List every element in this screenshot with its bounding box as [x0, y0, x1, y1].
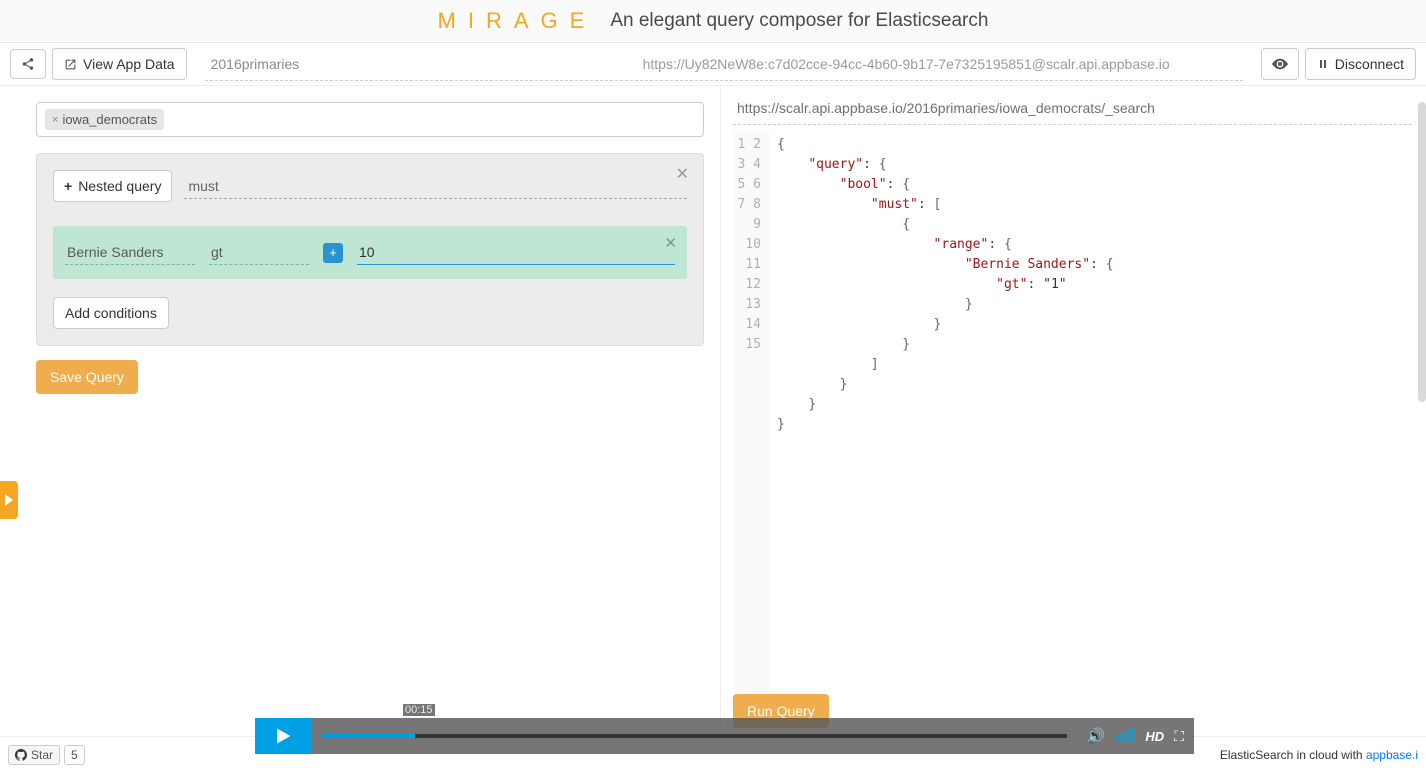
github-icon — [15, 749, 27, 761]
share-icon — [21, 57, 35, 71]
condition-operator-input[interactable] — [209, 240, 309, 265]
save-query-button[interactable]: Save Query — [36, 360, 138, 394]
bool-clause-field[interactable] — [184, 174, 687, 199]
type-tag-label: iowa_democrats — [62, 112, 157, 127]
condition-value-input[interactable] — [357, 240, 675, 265]
plus-icon: + — [64, 178, 72, 194]
share-button[interactable] — [10, 49, 46, 79]
index-name-field[interactable]: 2016primaries — [205, 56, 570, 72]
sidebar-expand-handle[interactable] — [0, 481, 18, 519]
seek-track[interactable]: 00:15 — [311, 718, 1077, 754]
line-number-gutter: 1 2 3 4 5 6 7 8 9 10 11 12 13 14 15 — [733, 131, 769, 724]
github-star-button[interactable]: Star — [8, 745, 60, 765]
volume-bars[interactable] — [1115, 728, 1135, 745]
json-editor[interactable]: 1 2 3 4 5 6 7 8 9 10 11 12 13 14 15 { "q… — [733, 131, 1418, 724]
add-operator-button[interactable]: + — [323, 243, 343, 263]
query-builder-pane: × iowa_democrats ✕ + Nested query ✕ + — [0, 86, 720, 736]
remove-block-icon[interactable]: ✕ — [676, 164, 689, 184]
remove-tag-icon[interactable]: × — [52, 114, 58, 126]
json-code: { "query": { "bool": { "must": [ { "rang… — [769, 131, 1114, 724]
search-endpoint: https://scalr.api.appbase.io/2016primari… — [733, 98, 1412, 125]
brand-logo: MIRAGE — [438, 8, 597, 34]
connection-bar: 2016primaries https://Uy82NeW8e:c7d02cce… — [205, 47, 1243, 81]
scrollbar[interactable] — [1418, 102, 1426, 402]
pause-icon — [1317, 58, 1329, 70]
play-icon — [274, 727, 292, 745]
footer-promo: ElasticSearch in cloud with appbase.i — [1220, 748, 1418, 762]
bool-query-block: ✕ + Nested query ✕ + Add conditions — [36, 153, 704, 346]
eye-icon — [1272, 58, 1288, 70]
condition-row: ✕ + — [53, 226, 687, 279]
nested-query-button[interactable]: + Nested query — [53, 170, 172, 202]
tagline: An elegant query composer for Elasticsea… — [610, 10, 988, 32]
disconnect-label: Disconnect — [1335, 56, 1404, 72]
seek-progress — [321, 734, 415, 738]
main-split: × iowa_democrats ✕ + Nested query ✕ + — [0, 86, 1426, 736]
video-control-bar: 00:15 🔊 HD ⛶ — [255, 718, 1194, 754]
seek-track-bg — [321, 734, 1067, 738]
view-app-data-label: View App Data — [83, 56, 175, 72]
playhead-time: 00:15 — [403, 704, 435, 716]
play-button[interactable] — [255, 718, 311, 754]
type-tag: × iowa_democrats — [45, 109, 164, 130]
nested-query-label: Nested query — [78, 178, 161, 194]
chevron-right-icon — [5, 494, 13, 506]
type-selector[interactable]: × iowa_democrats — [36, 102, 704, 137]
top-brand-bar: MIRAGE An elegant query composer for Ela… — [0, 0, 1426, 43]
add-conditions-label: Add conditions — [65, 305, 157, 321]
external-link-icon — [64, 58, 77, 71]
add-conditions-button[interactable]: Add conditions — [53, 297, 169, 329]
appbase-link[interactable]: appbase.i — [1366, 748, 1418, 762]
disconnect-button[interactable]: Disconnect — [1305, 48, 1416, 80]
footer-promo-text: ElasticSearch in cloud with — [1220, 748, 1366, 762]
view-app-data-button[interactable]: View App Data — [52, 48, 187, 80]
github-star-count: 5 — [64, 745, 85, 765]
reveal-password-button[interactable] — [1261, 48, 1299, 80]
github-star-label: Star — [31, 748, 53, 762]
condition-field-input[interactable] — [65, 240, 195, 265]
query-json-pane: https://scalr.api.appbase.io/2016primari… — [720, 86, 1426, 736]
hd-badge[interactable]: HD — [1145, 729, 1164, 744]
toolbar: View App Data 2016primaries https://Uy82… — [0, 43, 1426, 86]
volume-icon[interactable]: 🔊 — [1087, 727, 1106, 745]
connection-url-field[interactable]: https://Uy82NeW8e:c7d02cce-94cc-4b60-9b1… — [570, 56, 1243, 72]
fullscreen-icon[interactable]: ⛶ — [1174, 728, 1184, 745]
video-right-controls: 🔊 HD ⛶ — [1077, 727, 1194, 745]
remove-condition-icon[interactable]: ✕ — [664, 234, 677, 252]
